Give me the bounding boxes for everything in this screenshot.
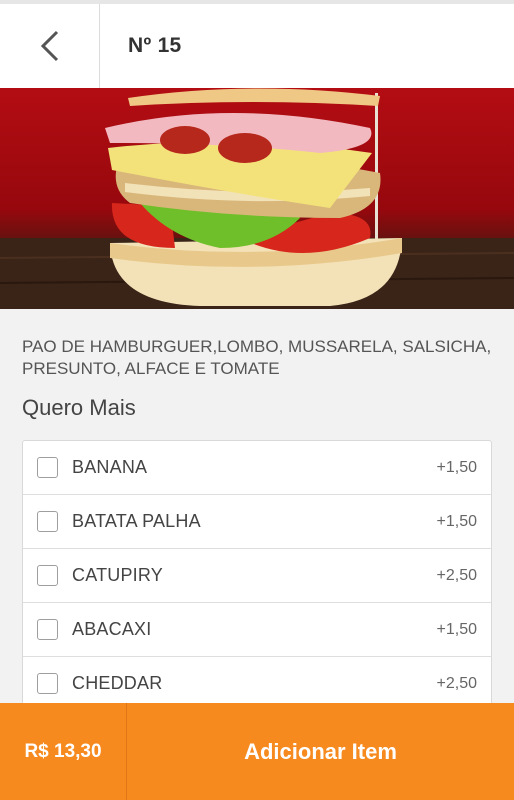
extras-title: Quero Mais [22,395,136,420]
extra-label: CATUPIRY [72,565,163,585]
chevron-left-icon [40,30,58,62]
extra-label: BATATA PALHA [72,511,201,531]
page-title: Nº 15 [128,34,182,57]
extra-label: BANANA [72,457,148,477]
footer-bar: R$ 13,30 Adicionar Item [0,703,514,800]
checkbox[interactable] [37,457,58,478]
extra-option[interactable]: ABACAXI +1,50 [23,603,491,657]
total-price: R$ 13,30 [0,703,127,800]
add-item-button[interactable]: Adicionar Item [127,703,514,800]
checkbox[interactable] [37,619,58,640]
product-image [0,88,514,309]
extra-option[interactable]: BANANA +1,50 [23,441,491,495]
checkbox[interactable] [37,511,58,532]
extra-option[interactable]: CATUPIRY +2,50 [23,549,491,603]
app-header: Nº 15 [0,4,514,88]
back-button[interactable] [0,4,100,88]
extra-price: +1,50 [436,620,477,638]
checkbox[interactable] [37,565,58,586]
extra-label: CHEDDAR [72,673,163,693]
checkbox[interactable] [37,673,58,694]
hamburger-illustration [0,88,514,309]
extra-label: ABACAXI [72,619,152,639]
extra-price: +2,50 [436,566,477,584]
extras-list: BANANA +1,50 BATATA PALHA +1,50 CATUPIRY… [22,440,492,712]
extra-price: +2,50 [436,674,477,692]
extra-option[interactable]: BATATA PALHA +1,50 [23,495,491,549]
extra-price: +1,50 [436,458,477,476]
product-description: PAO DE HAMBURGUER,LOMBO, MUSSARELA, SALS… [22,337,492,378]
extra-price: +1,50 [436,512,477,530]
